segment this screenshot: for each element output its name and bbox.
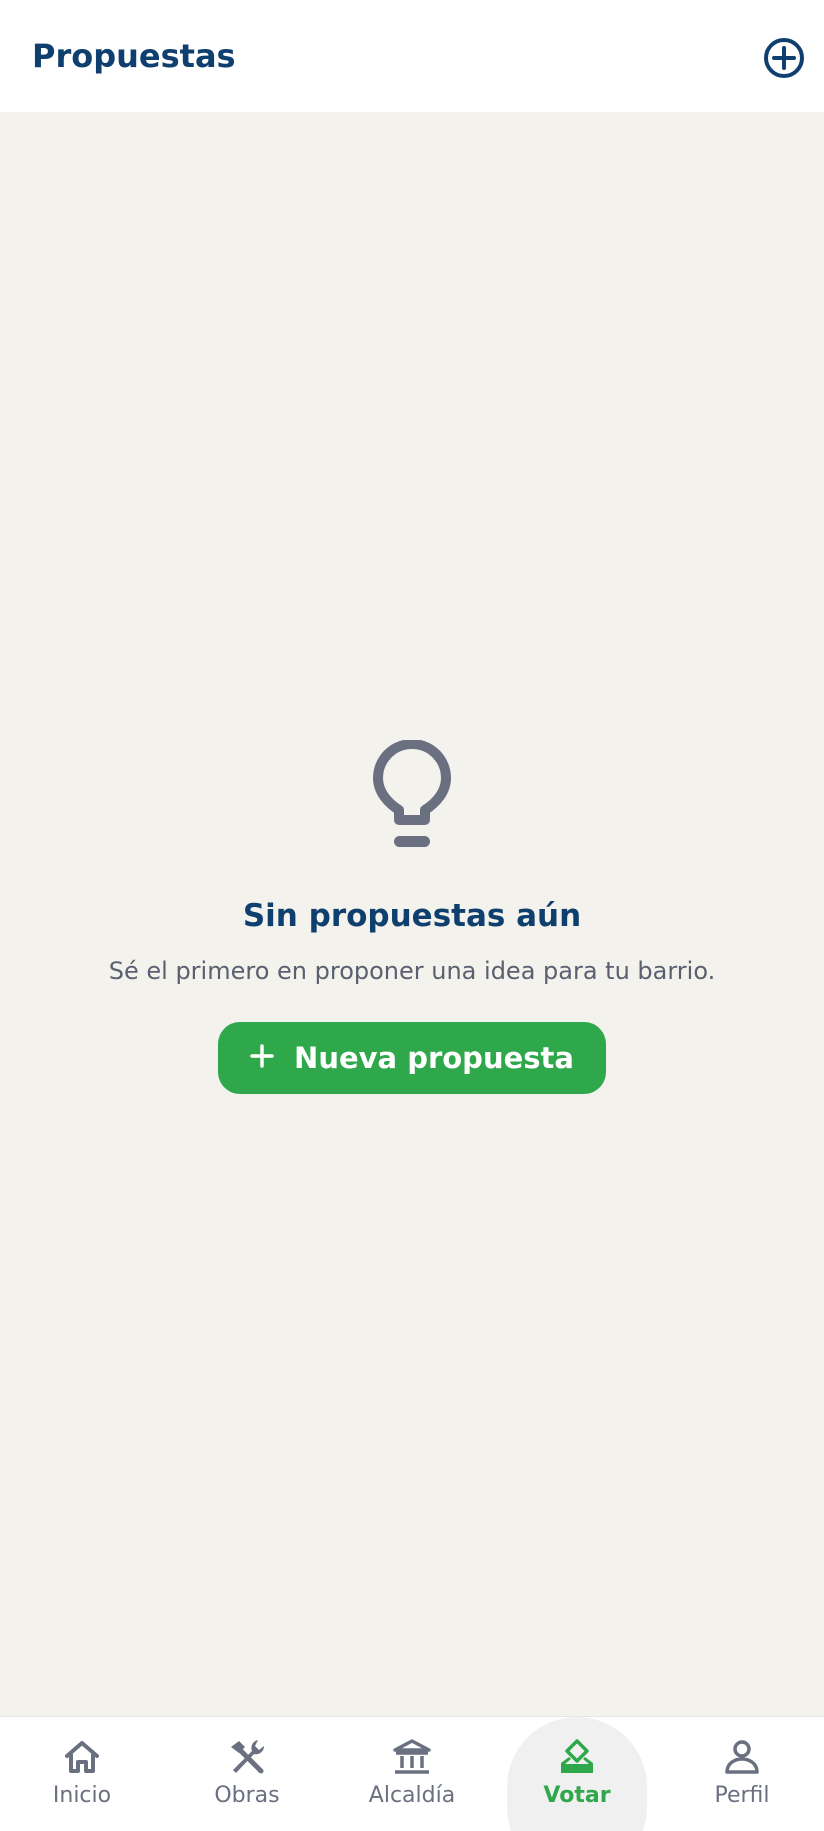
bottom-navigation: Inicio Obras Alcaldía Votar Perfil (0, 1716, 824, 1831)
new-proposal-button[interactable]: Nueva propuesta (218, 1022, 606, 1094)
nav-label-alcaldia: Alcaldía (368, 1783, 456, 1808)
plus-icon (250, 1041, 274, 1075)
lightbulb-icon (372, 740, 452, 854)
nav-item-votar[interactable]: Votar (495, 1717, 659, 1831)
nav-label-perfil: Perfil (714, 1783, 770, 1808)
home-icon (62, 1737, 102, 1777)
bank-icon (392, 1737, 432, 1777)
nav-item-obras[interactable]: Obras (165, 1717, 329, 1831)
plus-circle-icon (758, 32, 810, 84)
add-proposal-button[interactable] (758, 32, 810, 84)
nav-item-inicio[interactable]: Inicio (0, 1717, 164, 1831)
user-icon (722, 1737, 762, 1777)
app-header: Propuestas (0, 0, 824, 112)
empty-state-subtitle: Sé el primero en proponer una idea para … (108, 957, 716, 985)
nav-item-alcaldia[interactable]: Alcaldía (330, 1717, 494, 1831)
page-title: Propuestas (32, 37, 236, 75)
nav-label-votar: Votar (543, 1783, 611, 1808)
nav-label-inicio: Inicio (52, 1783, 112, 1808)
nav-label-obras: Obras (214, 1783, 280, 1808)
nav-item-perfil[interactable]: Perfil (660, 1717, 824, 1831)
tools-icon (227, 1737, 267, 1777)
new-proposal-button-label: Nueva propuesta (294, 1041, 574, 1075)
vote-icon (557, 1737, 597, 1777)
empty-state-title: Sin propuestas aún (242, 898, 582, 934)
